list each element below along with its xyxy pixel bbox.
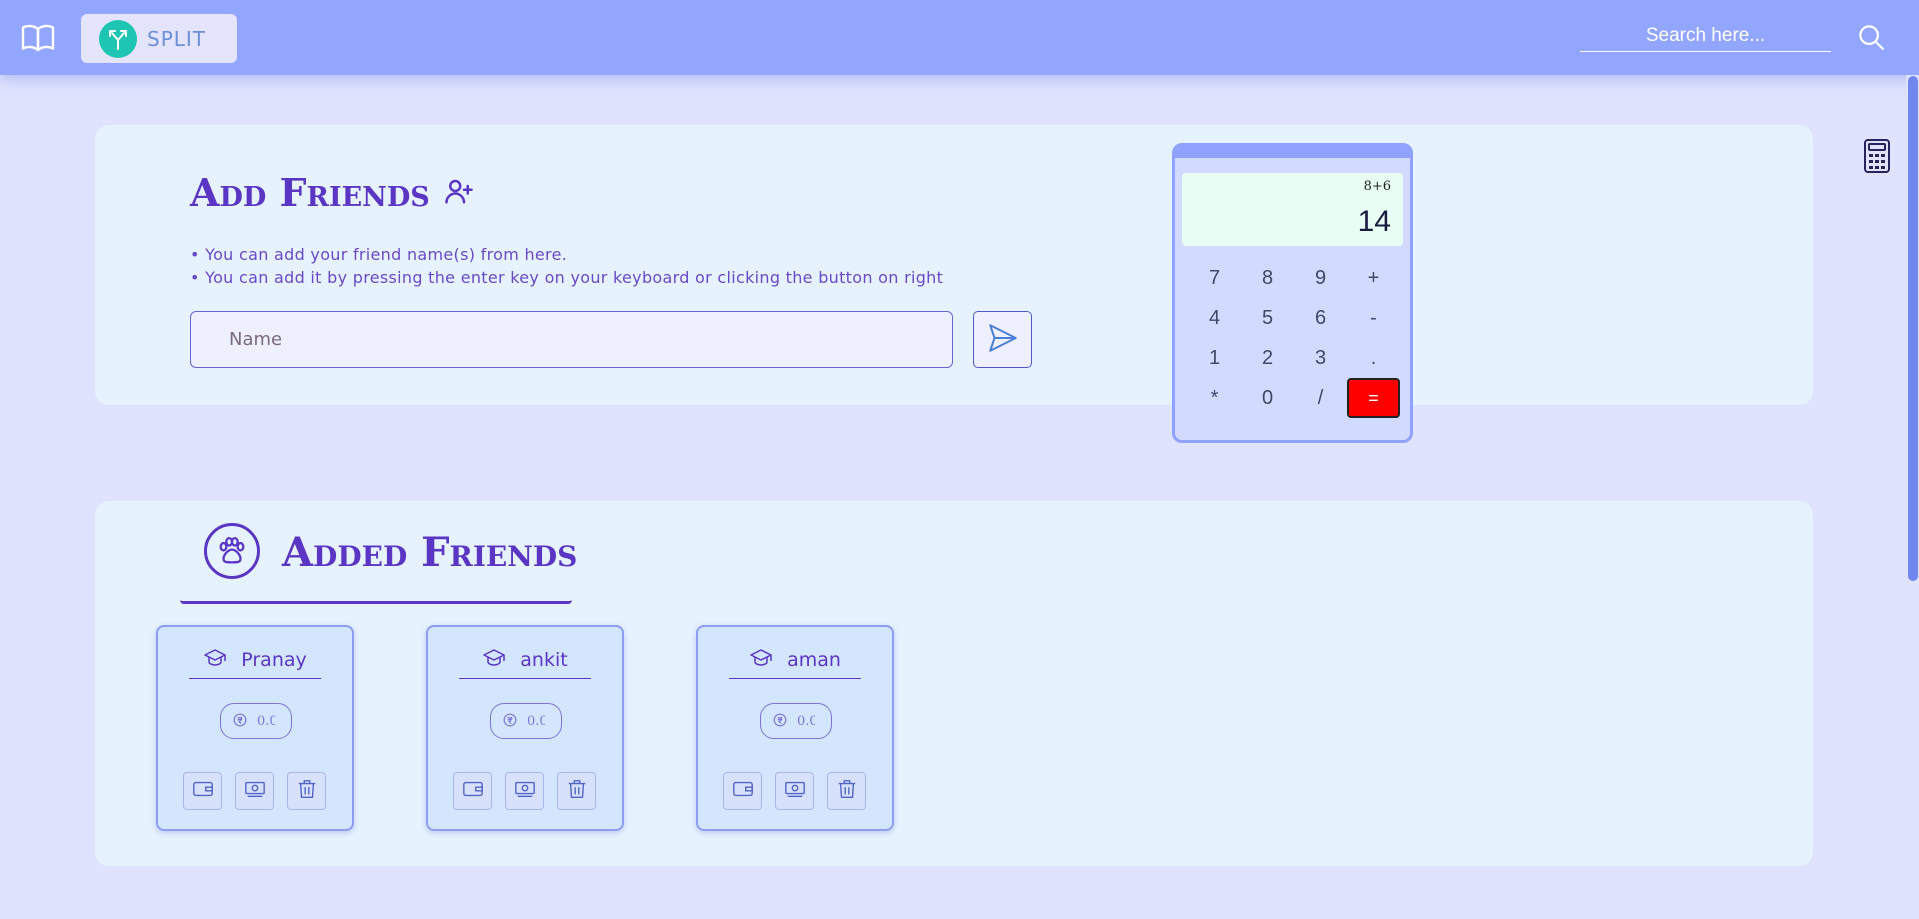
calculator-panel: 8+6 14 7 8 9 + 4 5 6 - 1 2 3 . * 0 / = (1172, 143, 1413, 443)
key-3[interactable]: 3 (1294, 338, 1347, 378)
key-2[interactable]: 2 (1241, 338, 1294, 378)
key-6[interactable]: 6 (1294, 298, 1347, 338)
search-input[interactable] (1580, 20, 1831, 52)
wallet-button[interactable] (183, 772, 222, 810)
key-5[interactable]: 5 (1241, 298, 1294, 338)
key-4[interactable]: 4 (1188, 298, 1241, 338)
friend-name-row: aman (729, 641, 861, 679)
friend-card: ankit 0.0 (426, 625, 624, 831)
friend-amount: 0.0 (797, 713, 815, 729)
paw-icon (204, 523, 260, 579)
key-9[interactable]: 9 (1294, 258, 1347, 298)
key-decimal[interactable]: . (1347, 338, 1400, 378)
rupee-icon (773, 712, 787, 731)
friend-name-input[interactable] (190, 311, 953, 368)
cash-icon (783, 778, 807, 804)
trash-icon (296, 778, 318, 804)
search-icon[interactable] (1856, 22, 1886, 52)
delete-friend-button[interactable] (827, 772, 866, 810)
key-8[interactable]: 8 (1241, 258, 1294, 298)
friend-name: Pranay (241, 648, 307, 671)
friend-amount: 0.0 (527, 713, 545, 729)
wallet-icon (732, 778, 754, 804)
calculator-expression: 8+6 (1363, 179, 1391, 194)
hint-item: You can add your friend name(s) from her… (190, 243, 943, 266)
add-friends-card: Add Friends You can add your friend name… (95, 125, 1813, 405)
friend-name-row: ankit (459, 641, 591, 679)
calculator-header[interactable] (1175, 146, 1410, 158)
rupee-icon (503, 712, 517, 731)
added-friends-heading: Added Friends (180, 523, 577, 604)
calculator-keypad: 7 8 9 + 4 5 6 - 1 2 3 . * 0 / = (1188, 258, 1400, 418)
friend-amount-field[interactable]: 0.0 (490, 703, 562, 739)
friend-name: ankit (520, 648, 568, 671)
friend-name-row: Pranay (189, 641, 321, 679)
key-0[interactable]: 0 (1241, 378, 1294, 418)
key-minus[interactable]: - (1347, 298, 1400, 338)
trash-icon (566, 778, 588, 804)
key-divide[interactable]: / (1294, 378, 1347, 418)
add-friends-title: Add Friends (190, 170, 430, 215)
cash-icon (243, 778, 267, 804)
rupee-icon (233, 712, 247, 731)
trash-icon (836, 778, 858, 804)
added-friends-title: Added Friends (282, 529, 578, 576)
calculator-icon[interactable] (1862, 138, 1892, 174)
friend-name: aman (787, 648, 841, 671)
friend-actions (453, 772, 596, 810)
key-multiply[interactable]: * (1188, 378, 1241, 418)
wallet-button[interactable] (723, 772, 762, 810)
cash-button[interactable] (505, 772, 544, 810)
split-arrows-icon (99, 19, 137, 58)
friend-card: Pranay 0.0 (156, 625, 354, 831)
friend-card: aman 0.0 (696, 625, 894, 831)
delete-friend-button[interactable] (287, 772, 326, 810)
graduation-cap-icon (749, 646, 773, 674)
add-friend-button[interactable] (973, 311, 1032, 368)
friend-actions (723, 772, 866, 810)
wallet-icon (462, 778, 484, 804)
send-icon (986, 321, 1020, 359)
hint-list: You can add your friend name(s) from her… (190, 243, 943, 289)
friend-amount-field[interactable]: 0.0 (220, 703, 292, 739)
graduation-cap-icon (482, 646, 506, 674)
top-bar: SPLIT (0, 0, 1919, 75)
wallet-icon (192, 778, 214, 804)
book-icon[interactable] (20, 20, 56, 56)
friend-amount: 0.0 (257, 713, 275, 729)
key-1[interactable]: 1 (1188, 338, 1241, 378)
key-plus[interactable]: + (1347, 258, 1400, 298)
calculator-result: 14 (1357, 205, 1391, 238)
cash-icon (513, 778, 537, 804)
friend-actions (183, 772, 326, 810)
cash-button[interactable] (235, 772, 274, 810)
graduation-cap-icon (203, 646, 227, 674)
cash-button[interactable] (775, 772, 814, 810)
delete-friend-button[interactable] (557, 772, 596, 810)
app-logo[interactable]: SPLIT (81, 14, 237, 63)
add-friends-heading: Add Friends (190, 170, 474, 215)
key-equals[interactable]: = (1347, 378, 1400, 418)
user-plus-icon (444, 170, 474, 215)
hint-item: You can add it by pressing the enter key… (190, 266, 943, 289)
scrollbar-thumb[interactable] (1908, 76, 1918, 581)
added-friends-card: Added Friends Pranay 0.0 ankit 0.0 aman … (95, 501, 1813, 866)
logo-text: SPLIT (147, 26, 207, 51)
wallet-button[interactable] (453, 772, 492, 810)
friend-amount-field[interactable]: 0.0 (760, 703, 832, 739)
key-7[interactable]: 7 (1188, 258, 1241, 298)
calculator-display: 8+6 14 (1182, 173, 1403, 246)
